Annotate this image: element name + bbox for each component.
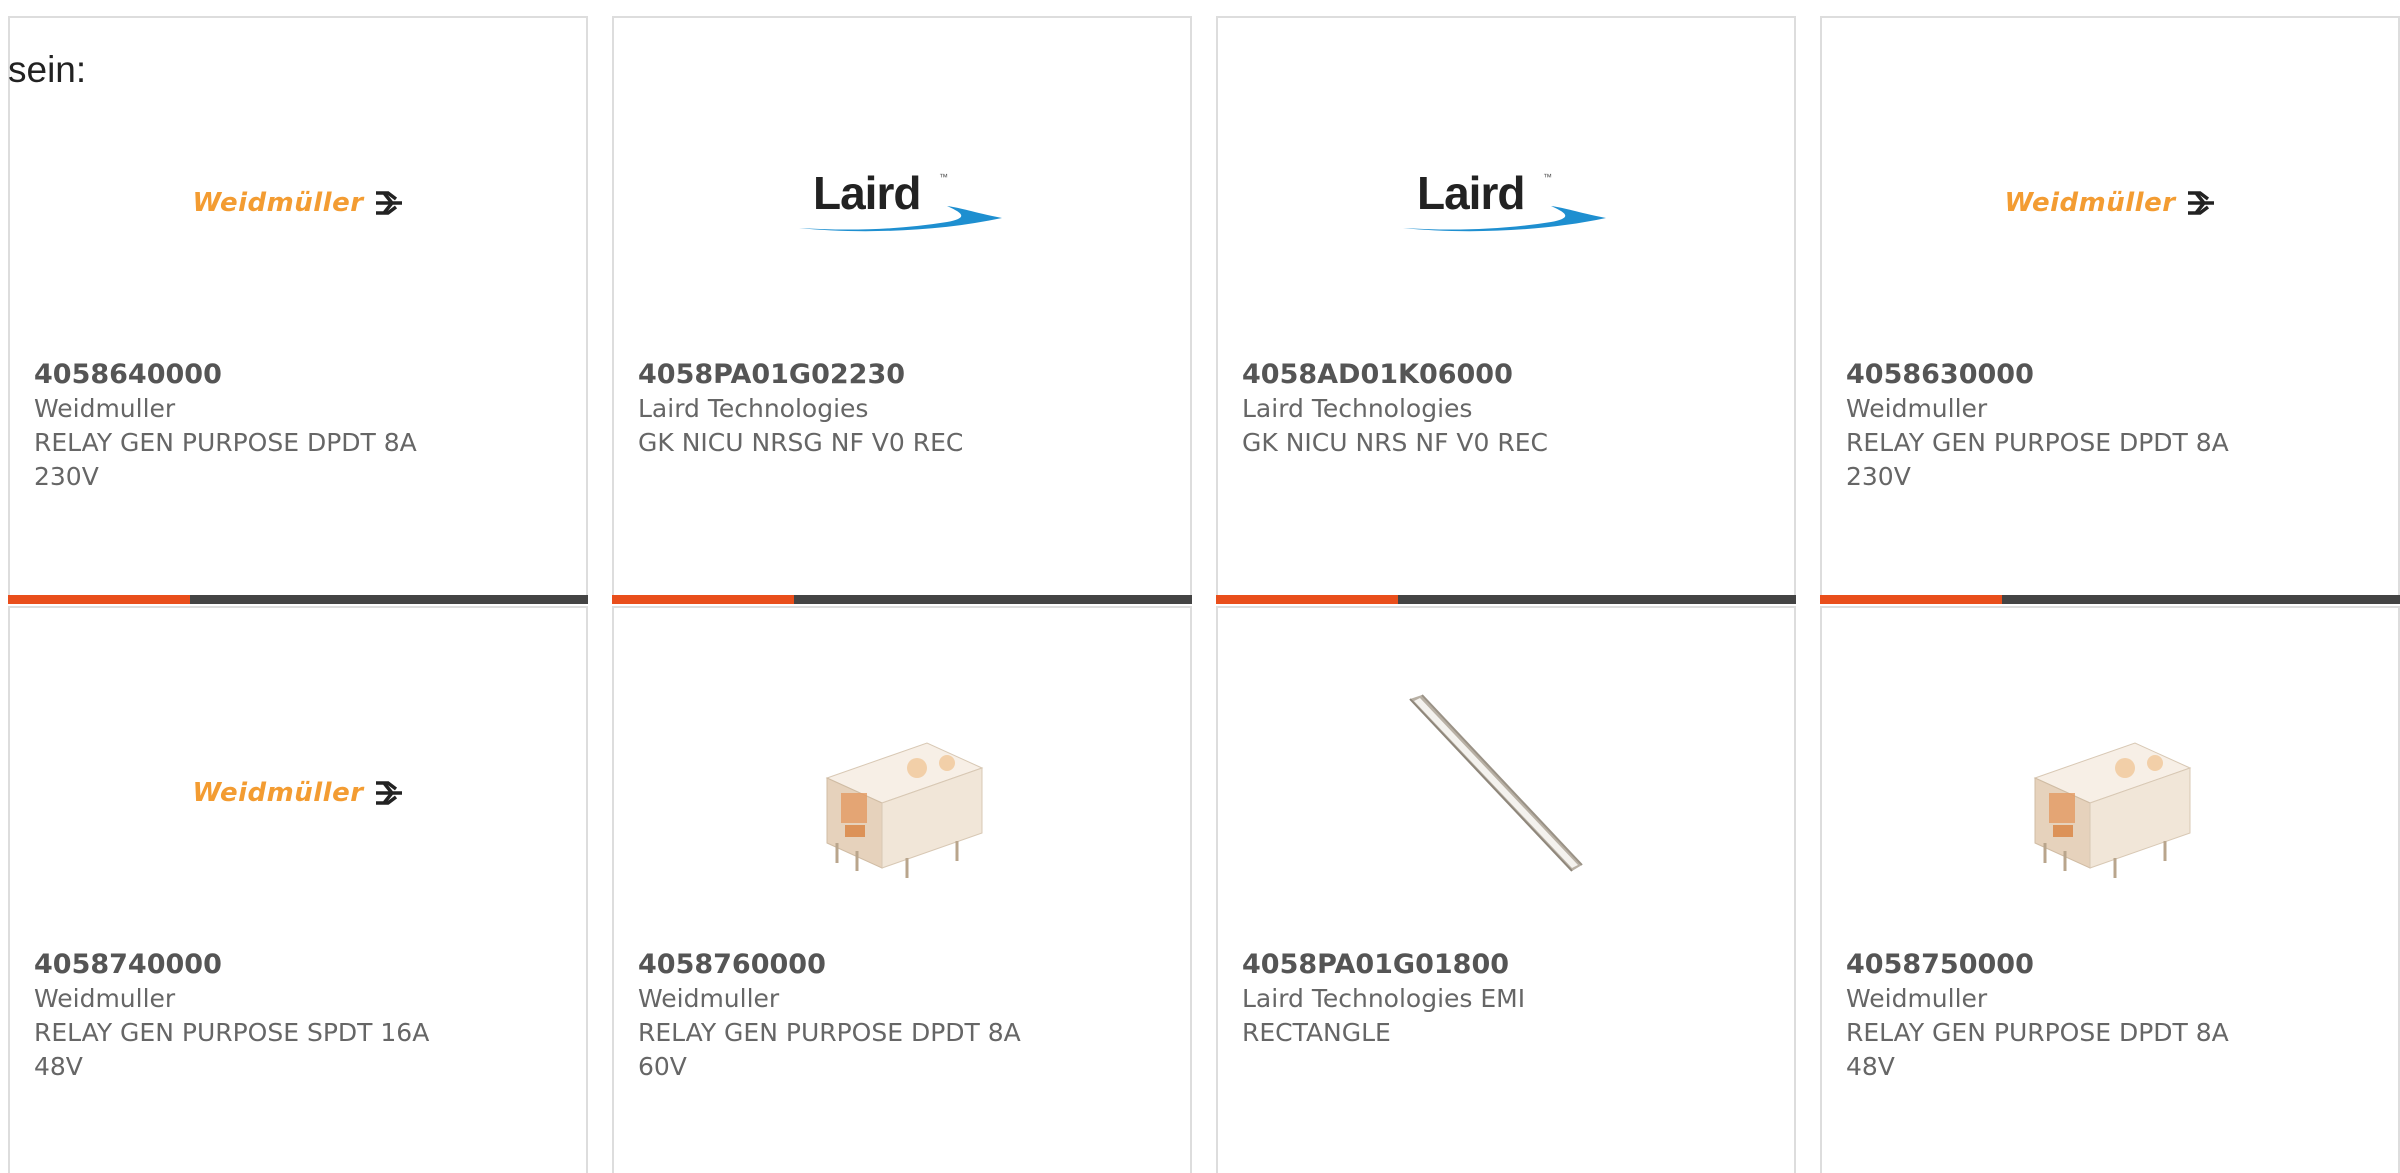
part-number[interactable]: 4058PA01G02230 — [638, 359, 905, 390]
relay-product-image — [797, 693, 1007, 893]
card-bar-rest — [794, 595, 1192, 604]
product-image — [614, 668, 1190, 918]
product-description: RELAY GEN PURPOSE DPDT 8A 60V — [638, 1018, 1021, 1081]
product-info: 4058640000 Weidmuller RELAY GEN PURPOSE … — [34, 358, 562, 494]
manufacturer-name: Weidmuller — [34, 984, 176, 1013]
product-description: RELAY GEN PURPOSE DPDT 8A 230V — [34, 428, 417, 491]
product-image: Weidmüller — [10, 78, 586, 328]
manufacturer-name: Laird Technologies EMI — [1242, 984, 1526, 1013]
product-description: RELAY GEN PURPOSE DPDT 8A 48V — [1846, 1018, 2229, 1081]
product-description: GK NICU NRSG NF V0 REC — [638, 428, 964, 457]
part-number[interactable]: 4058750000 — [1846, 949, 2034, 980]
product-image: Laird ™ — [1218, 78, 1794, 328]
relay-product-image — [2005, 693, 2215, 893]
laird-logo: Laird ™ — [1401, 167, 1611, 238]
weidmuller-logo: Weidmüller — [2004, 188, 2215, 218]
product-info: 4058740000 Weidmuller RELAY GEN PURPOSE … — [34, 948, 562, 1084]
part-number[interactable]: 4058760000 — [638, 949, 826, 980]
laird-logo-trademark: ™ — [1543, 172, 1552, 182]
product-image — [1822, 668, 2398, 918]
weidmuller-logo: Weidmüller — [192, 188, 403, 218]
card-bar-accent — [612, 595, 794, 604]
product-card[interactable]: Weidmüller 4058740000 Weidmuller RELAY G… — [8, 606, 588, 1173]
card-bottom-bar — [1216, 595, 1796, 604]
card-bar-rest — [1398, 595, 1796, 604]
part-number[interactable]: 4058640000 — [34, 359, 222, 390]
card-bar-accent — [1216, 595, 1398, 604]
product-card[interactable]: Laird ™ 4058AD01K06000 Laird Technologies… — [1216, 16, 1796, 604]
product-card[interactable]: Weidmüller 4058640000 Weidmuller RELAY G… — [8, 16, 588, 604]
laird-swoosh-icon — [1403, 206, 1606, 232]
manufacturer-name: Weidmuller — [34, 394, 176, 423]
manufacturer-name: Weidmuller — [638, 984, 780, 1013]
card-bar-rest — [2002, 595, 2400, 604]
manufacturer-name: Laird Technologies — [638, 394, 869, 423]
product-image: Weidmüller — [1822, 78, 2398, 328]
product-card[interactable]: 4058750000 Weidmuller RELAY GEN PURPOSE … — [1820, 606, 2400, 1173]
weidmuller-logo-wordmark: Weidmüller — [192, 188, 364, 218]
product-card[interactable]: 4058PA01G01800 Laird Technologies EMI RE… — [1216, 606, 1796, 1173]
product-info: 4058PA01G02230 Laird Technologies GK NIC… — [638, 358, 1166, 460]
product-description: RECTANGLE — [1242, 1018, 1391, 1047]
laird-logo-trademark: ™ — [939, 172, 948, 182]
part-number[interactable]: 4058630000 — [1846, 359, 2034, 390]
part-number[interactable]: 4058AD01K06000 — [1242, 359, 1513, 390]
product-info: 4058750000 Weidmuller RELAY GEN PURPOSE … — [1846, 948, 2374, 1084]
product-card[interactable]: 4058760000 Weidmuller RELAY GEN PURPOSE … — [612, 606, 1192, 1173]
product-grid: Weidmüller 4058640000 Weidmuller RELAY G… — [8, 16, 2400, 1173]
card-bottom-bar — [612, 595, 1192, 604]
card-bar-accent — [1820, 595, 2002, 604]
product-description: GK NICU NRS NF V0 REC — [1242, 428, 1548, 457]
stray-text: sein: — [8, 49, 87, 90]
weidmuller-logo-mark — [375, 191, 402, 215]
product-description: RELAY GEN PURPOSE SPDT 16A 48V — [34, 1018, 430, 1081]
product-info: 4058PA01G01800 Laird Technologies EMI RE… — [1242, 948, 1770, 1050]
weidmuller-logo-mark — [2187, 191, 2214, 215]
card-bottom-bar — [1820, 595, 2400, 604]
laird-swoosh-icon — [799, 206, 1002, 232]
weidmuller-logo-mark — [375, 781, 402, 805]
part-number[interactable]: 4058PA01G01800 — [1242, 949, 1509, 980]
weidmuller-logo-wordmark: Weidmüller — [2004, 188, 2176, 218]
laird-logo: Laird ™ — [797, 167, 1007, 238]
page: sein: Weidmüller 4058640000 Weidmuller R… — [0, 0, 2400, 1173]
part-number[interactable]: 4058740000 — [34, 949, 222, 980]
product-info: 4058630000 Weidmuller RELAY GEN PURPOSE … — [1846, 358, 2374, 494]
product-card[interactable]: Weidmüller 4058630000 Weidmuller RELAY G… — [1820, 16, 2400, 604]
product-description: RELAY GEN PURPOSE DPDT 8A 230V — [1846, 428, 2229, 491]
card-bar-accent — [8, 595, 190, 604]
product-image: Weidmüller — [10, 668, 586, 918]
product-info: 4058760000 Weidmuller RELAY GEN PURPOSE … — [638, 948, 1166, 1084]
manufacturer-name: Weidmuller — [1846, 394, 1988, 423]
product-info: 4058AD01K06000 Laird Technologies GK NIC… — [1242, 358, 1770, 460]
card-bar-rest — [190, 595, 588, 604]
product-image: Laird ™ — [614, 78, 1190, 328]
manufacturer-name: Laird Technologies — [1242, 394, 1473, 423]
manufacturer-name: Weidmuller — [1846, 984, 1988, 1013]
product-image — [1218, 668, 1794, 918]
weidmuller-logo-wordmark: Weidmüller — [192, 778, 364, 808]
gasket-product-image — [1406, 693, 1606, 893]
product-card[interactable]: Laird ™ 4058PA01G02230 Laird Technologies… — [612, 16, 1192, 604]
card-bottom-bar — [8, 595, 588, 604]
weidmuller-logo: Weidmüller — [192, 778, 403, 808]
